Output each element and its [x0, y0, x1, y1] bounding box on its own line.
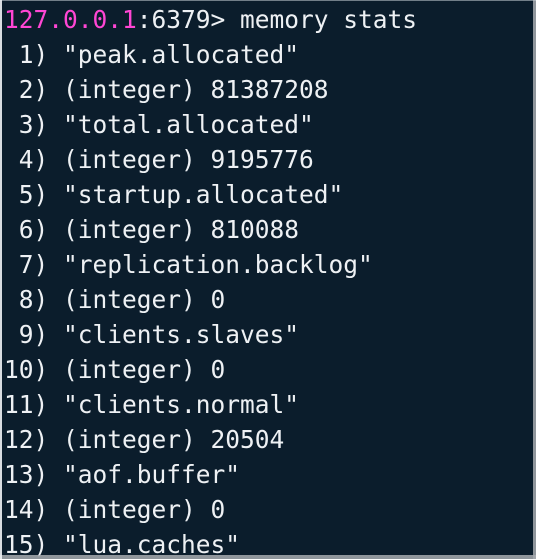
- line-index: 5): [4, 180, 49, 209]
- output-line: 15) "lua.caches": [4, 527, 536, 559]
- line-index: 10): [4, 355, 49, 384]
- prompt-host: 127.0.0.1: [4, 5, 137, 34]
- terminal-window[interactable]: 127.0.0.1:6379> memory stats 1) "peak.al…: [0, 0, 536, 559]
- line-text: "total.allocated": [48, 110, 314, 139]
- line-index: 2): [4, 75, 49, 104]
- line-index: 6): [4, 215, 49, 244]
- prompt-line: 127.0.0.1:6379> memory stats: [4, 3, 536, 37]
- line-index: 1): [4, 40, 49, 69]
- line-index: 12): [4, 425, 49, 454]
- output-line: 3) "total.allocated": [4, 107, 536, 142]
- prompt-port: :6379>: [136, 5, 226, 34]
- line-text: "clients.normal": [48, 390, 300, 419]
- output-line: 4) (integer) 9195776: [4, 142, 536, 177]
- line-text: (integer) 810088: [48, 215, 300, 244]
- line-index: 7): [4, 250, 49, 279]
- line-index: 14): [4, 495, 49, 524]
- output-line: 13) "aof.buffer": [4, 457, 536, 492]
- output-line: 9) "clients.slaves": [4, 317, 536, 352]
- line-text: "clients.slaves": [48, 320, 300, 349]
- line-text: "replication.backlog": [48, 250, 373, 279]
- output-line: 12) (integer) 20504: [4, 422, 536, 457]
- output-line: 14) (integer) 0: [4, 492, 536, 527]
- output-line: 6) (integer) 810088: [4, 212, 536, 247]
- line-index: 13): [4, 460, 49, 489]
- line-index: 8): [4, 285, 49, 314]
- line-text: "peak.allocated": [48, 40, 300, 69]
- line-text: (integer) 81387208: [48, 75, 329, 104]
- line-index: 11): [4, 390, 49, 419]
- line-index: 9): [4, 320, 49, 349]
- line-text: (integer) 0: [48, 355, 226, 384]
- terminal-screen[interactable]: 127.0.0.1:6379> memory stats 1) "peak.al…: [0, 0, 536, 559]
- line-text: "startup.allocated": [48, 180, 344, 209]
- prompt-command: memory stats: [225, 5, 418, 34]
- line-text: "lua.caches": [48, 530, 241, 559]
- output-line: 1) "peak.allocated": [4, 37, 536, 72]
- output-line: 5) "startup.allocated": [4, 177, 536, 212]
- line-text: (integer) 9195776: [48, 145, 314, 174]
- output-line: 7) "replication.backlog": [4, 247, 536, 282]
- output-line: 10) (integer) 0: [4, 352, 536, 387]
- line-text: (integer) 0: [48, 495, 226, 524]
- line-index: 4): [4, 145, 49, 174]
- line-index: 3): [4, 110, 49, 139]
- line-text: (integer) 0: [48, 285, 226, 314]
- output-line: 2) (integer) 81387208: [4, 72, 536, 107]
- line-index: 15): [4, 530, 49, 559]
- line-text: (integer) 20504: [48, 425, 285, 454]
- output-line: 8) (integer) 0: [4, 282, 536, 317]
- output-line: 11) "clients.normal": [4, 387, 536, 422]
- line-text: "aof.buffer": [48, 460, 241, 489]
